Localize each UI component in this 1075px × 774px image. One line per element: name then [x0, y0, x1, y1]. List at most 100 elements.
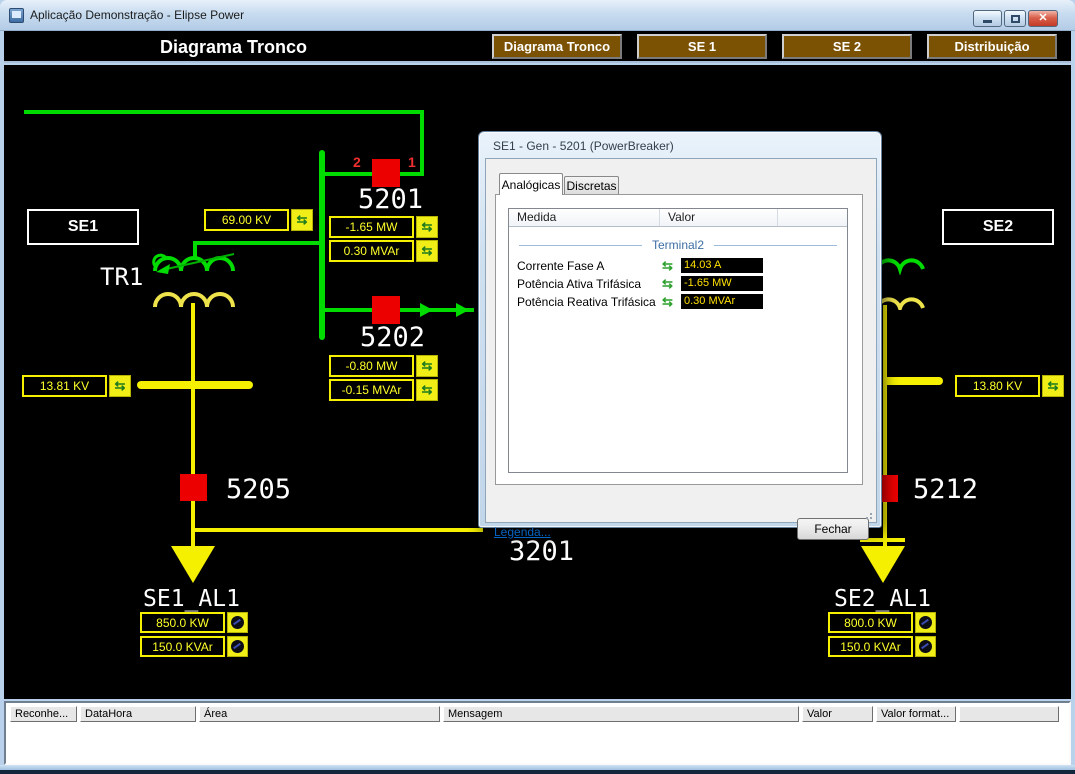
alarm-list[interactable]: Reconhe... DataHora Área Mensagem Valor …	[4, 701, 1071, 765]
alarm-column-reconhe[interactable]: Reconhe...	[10, 706, 77, 722]
measurement-value: 850.0 KW	[140, 612, 225, 633]
legend-link[interactable]: Legenda...	[494, 525, 551, 539]
transfer-arrows-icon: ⇆	[662, 258, 673, 274]
breaker-5202[interactable]	[372, 296, 400, 324]
flow-arrow-icon	[420, 303, 433, 317]
nav-button-se1[interactable]: SE 1	[637, 34, 767, 59]
measurement-mvar-5202[interactable]: -0.15 MVAr ⇆	[329, 379, 438, 401]
transfer-arrows-icon[interactable]: ⇆	[416, 240, 438, 262]
hv-line-top	[24, 110, 422, 114]
alarm-column-valor-format[interactable]: Valor format...	[876, 706, 956, 722]
measurement-value: 69.00 KV	[204, 209, 289, 231]
measurement-kvar-se2-al1[interactable]: 150.0 KVAr	[828, 636, 936, 657]
se2-feeder-label: SE2_AL1	[834, 588, 931, 611]
dialog-titlebar[interactable]: SE1 - Gen - 5201 (PowerBreaker)	[479, 132, 881, 158]
measurement-value: 800.0 KW	[828, 612, 913, 633]
se2-box[interactable]: SE2	[942, 209, 1054, 245]
hv-line-right-drop	[420, 110, 424, 176]
window-titlebar[interactable]: Aplicação Demonstração - Elipse Power ✕	[0, 0, 1075, 31]
breaker-5212-label: 5212	[913, 476, 978, 503]
breaker-5201-label: 5201	[358, 186, 423, 213]
nav-button-se2[interactable]: SE 2	[782, 34, 912, 59]
minimize-button[interactable]	[973, 10, 1002, 27]
measurement-kw-se2-al1[interactable]: 800.0 KW	[828, 612, 936, 633]
tab-analogicas[interactable]: Analógicas	[499, 173, 563, 195]
measurement-kw-se1-al1[interactable]: 850.0 KW	[140, 612, 248, 633]
measurement-mvar-5201[interactable]: 0.30 MVAr ⇆	[329, 240, 438, 262]
window-bottom-border	[0, 765, 1075, 774]
tab-discretas[interactable]: Discretas	[564, 176, 619, 195]
measurement-value: 13.81 KV	[22, 375, 107, 397]
table-row: Potência Ativa Trifásica ⇆ -1.65 MW	[509, 275, 847, 293]
breaker-5202-label: 5202	[360, 324, 425, 351]
nav-button-diagrama-tronco[interactable]: Diagrama Tronco	[492, 34, 622, 59]
grid-header: Medida Valor	[509, 209, 847, 227]
maximize-button[interactable]	[1004, 10, 1026, 27]
se2-feeder-line	[883, 305, 887, 546]
measurement-value: 13.80 KV	[955, 375, 1040, 397]
transfer-arrows-icon[interactable]: ⇆	[416, 379, 438, 401]
row-valor: 14.03 A	[681, 258, 763, 273]
transfer-arrows-icon[interactable]: ⇆	[416, 355, 438, 377]
transfer-arrows-icon[interactable]: ⇆	[1042, 375, 1064, 397]
se1-load-arrow-icon	[171, 546, 215, 583]
measurement-value: -1.65 MW	[329, 216, 414, 238]
hv-line-tr1	[193, 241, 322, 245]
dialog-title: SE1 - Gen - 5201 (PowerBreaker)	[493, 139, 674, 153]
flow-arrow-icon	[456, 303, 469, 317]
trend-icon[interactable]	[915, 612, 936, 633]
row-valor: 0.30 MVAr	[681, 294, 763, 309]
measurement-value: 150.0 KVAr	[140, 636, 225, 657]
resize-grip[interactable]	[864, 511, 872, 519]
measurement-kvar-se1-al1[interactable]: 150.0 KVAr	[140, 636, 248, 657]
table-row: Potência Reativa Trifásica ⇆ 0.30 MVAr	[509, 293, 847, 311]
column-header-empty	[778, 209, 847, 226]
window-title: Aplicação Demonstração - Elipse Power	[30, 8, 244, 22]
breaker-5205-label: 5205	[226, 476, 291, 503]
line-3201-left	[193, 528, 483, 532]
measurement-value: 0.30 MVAr	[329, 240, 414, 262]
measurement-value: -0.15 MVAr	[329, 379, 414, 401]
se1-box[interactable]: SE1	[27, 209, 139, 245]
alarm-column-area[interactable]: Área	[199, 706, 440, 722]
transfer-arrows-icon[interactable]: ⇆	[416, 216, 438, 238]
transfer-arrows-icon[interactable]: ⇆	[109, 375, 131, 397]
nav-button-distribuicao[interactable]: Distribuição	[927, 34, 1057, 59]
alarm-column-datahora[interactable]: DataHora	[80, 706, 196, 722]
measurements-grid[interactable]: Medida Valor Terminal2 Corrente Fase A ⇆…	[508, 208, 848, 473]
measurement-kv-se2[interactable]: 13.80 KV ⇆	[955, 375, 1064, 397]
group-divider	[519, 245, 642, 246]
close-button[interactable]: ✕	[1028, 10, 1058, 27]
maximize-icon	[1011, 15, 1020, 23]
measurement-mw-5202[interactable]: -0.80 MW ⇆	[329, 355, 438, 377]
column-header-valor[interactable]: Valor	[660, 209, 778, 226]
se1-lv-busbar	[137, 381, 253, 389]
measurement-kv-69[interactable]: 69.00 KV ⇆	[204, 209, 313, 231]
tr1-lv-winding-icon	[148, 283, 240, 311]
measurement-mw-5201[interactable]: -1.65 MW ⇆	[329, 216, 438, 238]
trend-icon[interactable]	[227, 636, 248, 657]
measurement-value: -0.80 MW	[329, 355, 414, 377]
trend-icon[interactable]	[915, 636, 936, 657]
terminal-1-label: 1	[408, 154, 416, 170]
breaker-5201[interactable]	[372, 159, 400, 187]
measurement-kv-se1[interactable]: 13.81 KV ⇆	[22, 375, 131, 397]
trend-icon[interactable]	[227, 612, 248, 633]
powerbreaker-dialog: SE1 - Gen - 5201 (PowerBreaker) Analógic…	[478, 131, 882, 528]
dialog-client-area: Analógicas Discretas Medida Valor Termin…	[485, 158, 877, 523]
measurement-value: 150.0 KVAr	[828, 636, 913, 657]
page-title: Diagrama Tronco	[160, 37, 307, 58]
minimize-icon	[983, 20, 992, 23]
fechar-button[interactable]: Fechar	[797, 518, 869, 540]
column-header-medida[interactable]: Medida	[509, 209, 660, 226]
breaker-5205[interactable]	[180, 474, 207, 501]
group-label: Terminal2	[652, 238, 704, 252]
alarm-column-extra[interactable]	[959, 706, 1059, 722]
app-window: Aplicação Demonstração - Elipse Power ✕ …	[0, 0, 1075, 774]
tr1-hv-winding-icon	[148, 248, 240, 276]
transfer-arrows-icon[interactable]: ⇆	[291, 209, 313, 231]
alarm-column-mensagem[interactable]: Mensagem	[443, 706, 799, 722]
alarm-column-valor[interactable]: Valor	[802, 706, 873, 722]
row-medida: Corrente Fase A	[517, 259, 604, 273]
table-row: Corrente Fase A ⇆ 14.03 A	[509, 257, 847, 275]
